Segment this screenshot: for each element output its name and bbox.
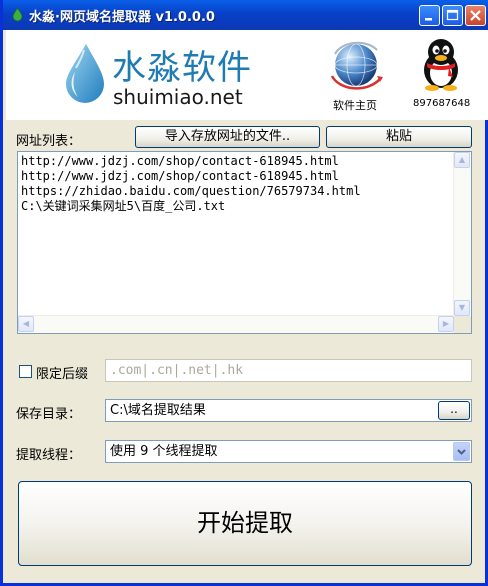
url-list-label: 网址列表： — [16, 134, 82, 149]
scrollbar-corner — [454, 316, 471, 333]
maximize-icon — [446, 9, 459, 21]
url-line: http://www.jdzj.com/shop/contact-618945.… — [21, 154, 339, 168]
scroll-down-arrow-icon[interactable]: ▼ — [454, 300, 470, 316]
title-bar[interactable]: 水淼·网页域名提取器 v1.0.0.0 — [3, 0, 488, 30]
logo-text-en: shuimiao.net — [113, 85, 243, 109]
suffix-checkbox[interactable] — [19, 365, 32, 378]
vertical-scrollbar[interactable]: ▲ ▼ — [453, 152, 471, 316]
close-button[interactable] — [465, 5, 486, 26]
horizontal-scrollbar[interactable]: ◀ ▶ — [18, 315, 454, 333]
qq-number: 897687648 — [413, 98, 471, 109]
url-line: https://zhidao.baidu.com/question/765797… — [21, 184, 361, 198]
url-line: C:\关键词采集网址5\百度_公司.txt — [21, 199, 226, 213]
scroll-right-arrow-icon[interactable]: ▶ — [438, 316, 454, 332]
threads-select[interactable]: 使用 9 个线程提取 — [105, 440, 472, 463]
import-file-button[interactable]: 导入存放网址的文件.. — [135, 126, 320, 148]
app-window: 水淼·网页域名提取器 v1.0.0.0 水淼软件 shuimiao.net 软件… — [0, 0, 488, 586]
threads-label: 提取线程： — [16, 448, 82, 463]
qq-penguin-icon[interactable] — [418, 37, 464, 91]
brand-banner: 水淼软件 shuimiao.net 软件主页 897687648 — [6, 30, 488, 120]
app-icon — [12, 7, 23, 22]
scroll-left-arrow-icon[interactable]: ◀ — [18, 316, 34, 332]
water-drop-logo-icon — [66, 44, 104, 103]
chevron-down-icon — [457, 449, 466, 455]
url-list-textarea[interactable]: http://www.jdzj.com/shop/contact-618945.… — [17, 151, 472, 334]
window-title: 水淼·网页域名提取器 v1.0.0.0 — [29, 10, 215, 25]
minimize-icon — [425, 18, 432, 21]
start-extract-button[interactable]: 开始提取 — [18, 481, 472, 566]
browse-button[interactable]: .. — [438, 401, 470, 420]
url-lines: http://www.jdzj.com/shop/contact-618945.… — [21, 154, 361, 214]
dropdown-button[interactable] — [453, 442, 470, 461]
homepage-link[interactable]: 软件主页 — [333, 97, 377, 113]
close-icon — [470, 10, 481, 21]
minimize-button[interactable] — [419, 5, 440, 26]
globe-icon[interactable] — [327, 38, 385, 94]
suffix-input[interactable]: .com|.cn|.net|.hk — [105, 359, 472, 382]
logo-text-cn: 水淼软件 — [112, 48, 252, 88]
save-dir-value: C:\域名提取结果 — [110, 403, 206, 418]
scroll-up-arrow-icon[interactable]: ▲ — [454, 152, 470, 168]
paste-button[interactable]: 粘贴 — [326, 126, 472, 148]
save-dir-label: 保存目录： — [16, 407, 82, 422]
maximize-button[interactable] — [442, 5, 463, 26]
suffix-label[interactable]: 限定后缀 — [36, 363, 88, 382]
save-dir-input[interactable]: C:\域名提取结果 — [105, 399, 472, 422]
url-line: http://www.jdzj.com/shop/contact-618945.… — [21, 169, 339, 183]
threads-selected-value: 使用 9 个线程提取 — [110, 444, 218, 459]
